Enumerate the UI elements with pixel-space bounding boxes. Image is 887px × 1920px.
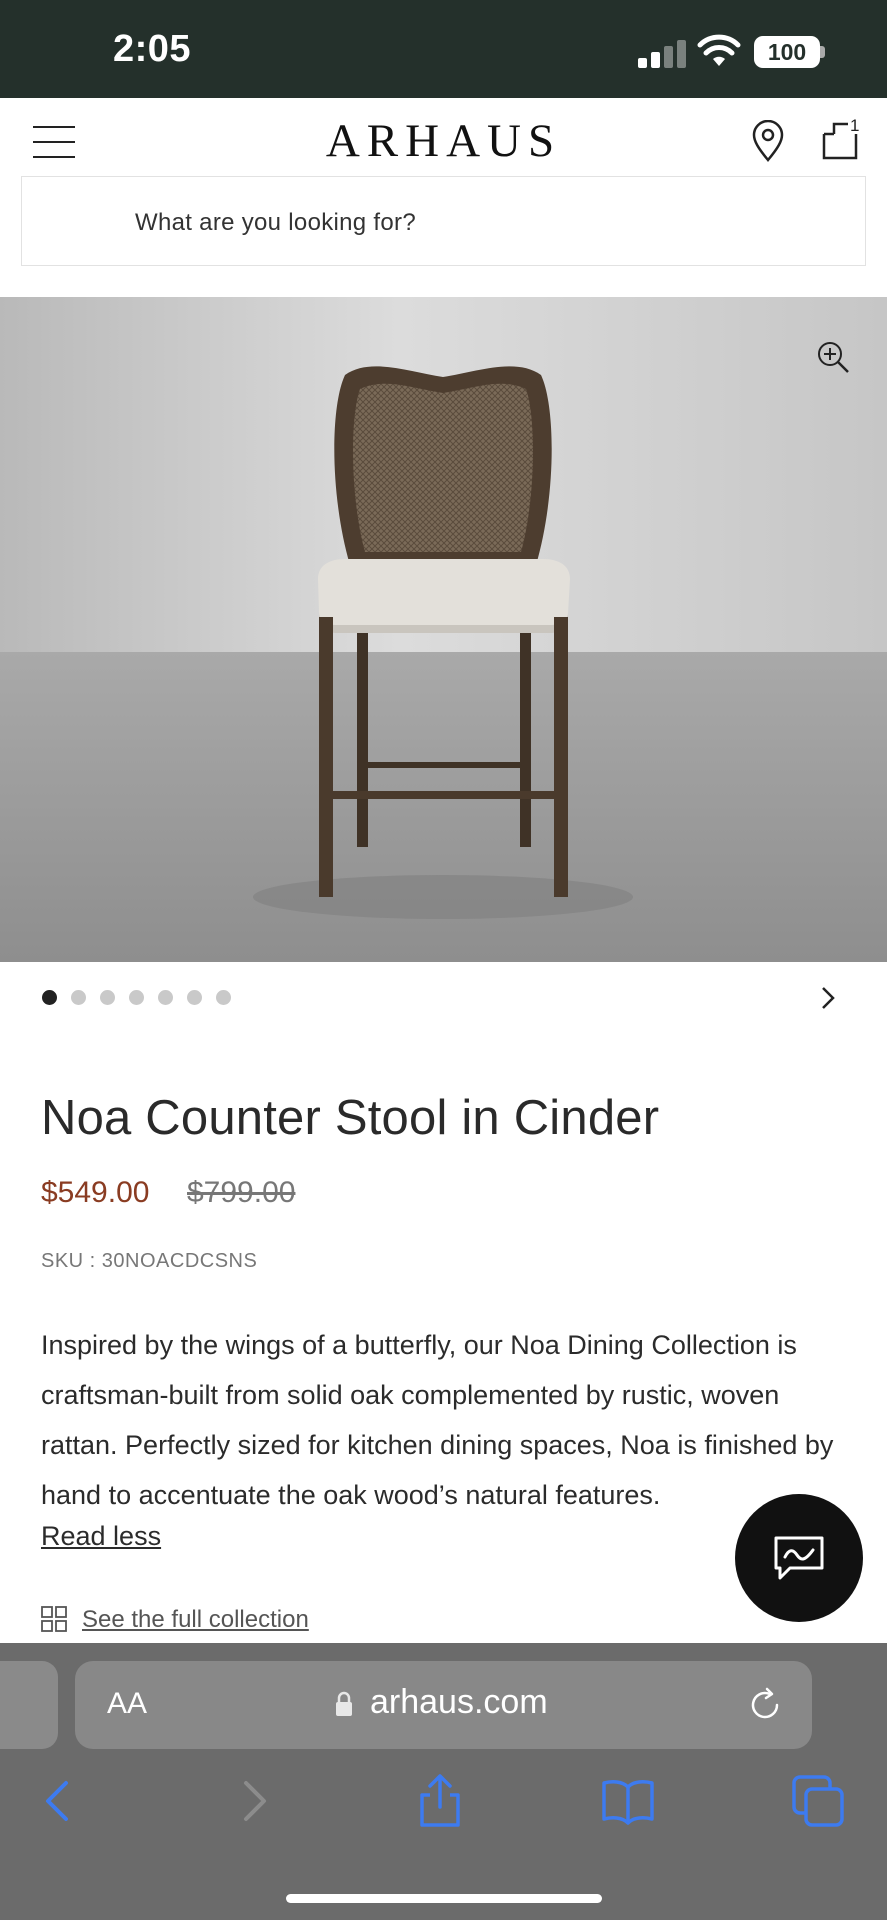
product-image[interactable] xyxy=(0,297,887,962)
lock-icon xyxy=(336,1691,352,1716)
address-bar[interactable]: AA arhaus.com xyxy=(75,1661,812,1749)
cart-count-badge: 1 xyxy=(850,116,860,135)
collection-link-label[interactable]: See the full collection xyxy=(82,1606,309,1634)
bookmarks-icon[interactable] xyxy=(600,1773,656,1829)
wifi-icon xyxy=(697,34,741,66)
home-indicator xyxy=(286,1894,602,1903)
zoom-icon[interactable] xyxy=(816,340,850,374)
chat-button[interactable] xyxy=(735,1494,863,1622)
url-text: arhaus.com xyxy=(370,1683,548,1721)
carousel-dot[interactable] xyxy=(158,990,173,1005)
sale-price: $549.00 xyxy=(41,1176,150,1209)
search-placeholder: What are you looking for? xyxy=(135,209,416,236)
previous-tab-preview[interactable] xyxy=(0,1661,58,1749)
carousel-dot[interactable] xyxy=(129,990,144,1005)
chat-icon xyxy=(774,1536,824,1580)
grid-icon xyxy=(41,1606,67,1632)
forward-icon[interactable] xyxy=(224,1773,280,1829)
back-icon[interactable] xyxy=(32,1773,88,1829)
site-header: ARHAUS 1 xyxy=(0,98,887,176)
carousel-dot[interactable] xyxy=(187,990,202,1005)
share-icon[interactable] xyxy=(412,1773,468,1829)
search-field[interactable]: What are you looking for? xyxy=(21,176,866,266)
chevron-right-icon[interactable] xyxy=(818,984,838,1012)
carousel-dot[interactable] xyxy=(100,990,115,1005)
stool-photo xyxy=(0,297,887,962)
product-title: Noa Counter Stool in Cinder xyxy=(41,1091,660,1145)
status-time: 2:05 xyxy=(113,28,192,70)
cellular-signal-icon xyxy=(638,40,686,68)
product-description: Inspired by the wings of a butterfly, ou… xyxy=(41,1330,834,1510)
reload-icon[interactable] xyxy=(747,1687,783,1723)
text-size-button[interactable]: AA xyxy=(107,1687,147,1721)
original-price: $799.00 xyxy=(187,1176,296,1209)
status-bar: 2:05 100 xyxy=(0,0,887,98)
store-location-icon[interactable] xyxy=(750,120,786,162)
carousel-dot[interactable] xyxy=(42,990,57,1005)
browser-toolbar: AA arhaus.com xyxy=(0,1643,887,1920)
read-less-link[interactable]: Read less xyxy=(41,1521,161,1552)
carousel-dot[interactable] xyxy=(216,990,231,1005)
battery-indicator: 100 xyxy=(754,36,820,68)
carousel-dot[interactable] xyxy=(71,990,86,1005)
product-sku: SKU : 30NOACDCSNS xyxy=(41,1250,258,1272)
tabs-icon[interactable] xyxy=(790,1773,846,1829)
battery-tip-icon xyxy=(820,46,825,58)
